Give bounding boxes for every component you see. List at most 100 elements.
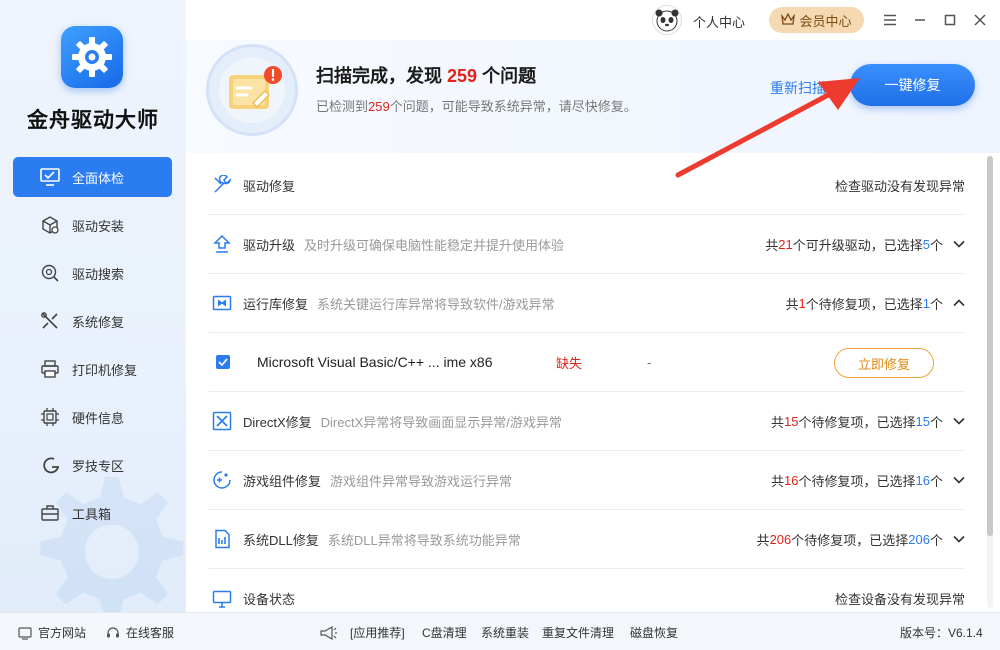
toolbox-icon <box>39 502 61 524</box>
summary-middle: 个可升级驱动，已选择 <box>792 237 923 253</box>
row-description: 游戏组件异常导致游戏运行异常 <box>330 473 513 489</box>
warning-document-icon <box>229 66 282 109</box>
row-title: 运行库修复 <box>243 296 309 312</box>
summary-suffix: 个 <box>929 532 943 548</box>
row-title: 系统DLL修复 <box>243 532 319 548</box>
sidebar-item-logitech[interactable]: 罗技专区 <box>13 445 172 485</box>
runtime-item-detail: - <box>647 354 652 370</box>
megaphone-icon <box>320 625 338 640</box>
chevron-down-icon[interactable] <box>953 240 965 248</box>
item-checkbox[interactable] <box>216 355 230 369</box>
summary-suffix: 个 <box>929 296 943 312</box>
row-summary: 共 21 个可升级驱动，已选择 5 个 <box>765 235 965 254</box>
sidebar: 金舟驱动大师 全面体检 驱动安装 驱动搜索 系统修复 打印机修复 硬件信息 罗技… <box>0 0 186 612</box>
monitor-check-icon <box>39 166 61 188</box>
home-icon <box>18 626 32 640</box>
runtime-item-name: Microsoft Visual Basic/C++ ... ime x86 <box>257 354 493 370</box>
chevron-down-icon[interactable] <box>953 417 965 425</box>
vip-center-button[interactable]: 会员中心 <box>769 7 864 33</box>
repair-list: 驱动修复 检查驱动没有发现异常 驱动升级 及时升级可确保电脑性能稳定并提升使用体… <box>209 156 965 628</box>
official-website-label: 官方网站 <box>38 626 87 640</box>
sidebar-nav: 全面体检 驱动安装 驱动搜索 系统修复 打印机修复 硬件信息 罗技专区 工具箱 <box>13 157 172 541</box>
sidebar-item-label: 打印机修复 <box>72 362 138 378</box>
row-title: DirectX修复 <box>243 414 312 430</box>
summary-prefix: 共 <box>771 473 785 489</box>
menu-icon[interactable] <box>880 10 900 30</box>
summary-middle: 个待修复项，已选择 <box>791 532 909 548</box>
close-icon[interactable] <box>970 10 990 30</box>
official-website-link[interactable]: 官方网站 <box>18 624 86 641</box>
sidebar-item-driver-search[interactable]: 驱动搜索 <box>13 253 172 293</box>
runtime-sub-item: Microsoft Visual Basic/C++ ... ime x86 缺… <box>209 333 965 392</box>
scan-result-subtitle: 已检测到259个问题，可能导致系统异常，请尽快修复。 <box>316 96 637 115</box>
footer-link-system-reinstall[interactable]: 系统重装 <box>481 624 529 641</box>
sidebar-item-hardware-info[interactable]: 硬件信息 <box>13 397 172 437</box>
chevron-down-icon[interactable] <box>953 535 965 543</box>
list-item-driver-repair[interactable]: 驱动修复 检查驱动没有发现异常 <box>209 156 965 215</box>
summary-suffix: 个 <box>929 473 943 489</box>
row-summary: 共 1 个待修复项，已选择 1 个 <box>785 294 965 313</box>
summary-count: 15 <box>784 413 799 429</box>
version-label: 版本号：V6.1.4 <box>900 626 983 640</box>
sidebar-item-label: 驱动搜索 <box>72 266 125 282</box>
minimize-icon[interactable] <box>910 10 930 30</box>
sidebar-item-toolbox[interactable]: 工具箱 <box>13 493 172 533</box>
headset-icon <box>106 626 120 640</box>
app-recommend[interactable]: [应用推荐] <box>320 624 405 641</box>
sidebar-item-printer-repair[interactable]: 打印机修复 <box>13 349 172 389</box>
row-description: 系统DLL异常将导致系统功能异常 <box>327 532 521 548</box>
summary-selected: 5 <box>922 236 930 252</box>
row-description: DirectX异常将导致画面显示异常/游戏异常 <box>320 414 562 430</box>
row-title: 设备状态 <box>243 592 296 607</box>
wrench-screwdriver-icon <box>211 174 233 196</box>
logitech-icon <box>39 454 61 476</box>
maximize-icon[interactable] <box>940 10 960 30</box>
row-description: 系统关键运行库异常将导致软件/游戏异常 <box>317 296 555 312</box>
window-titlebar: 个人中心 会员中心 <box>186 0 1000 40</box>
list-item-runtime-repair[interactable]: 运行库修复 系统关键运行库异常将导致软件/游戏异常 共 1 个待修复项，已选择 1 个 <box>209 274 965 333</box>
list-item-directx-repair[interactable]: DirectX修复 DirectX异常将导致画面显示异常/游戏异常 共 15 个待修… <box>209 392 965 451</box>
list-scrollbar[interactable] <box>987 156 993 608</box>
scan-sub-count: 259 <box>368 99 390 114</box>
dll-icon <box>211 528 233 550</box>
list-item-driver-upgrade[interactable]: 驱动升级 及时升级可确保电脑性能稳定并提升使用体验 共 21 个可升级驱动，已选择 5… <box>209 215 965 274</box>
footer-link-disk-recovery[interactable]: 磁盘恢复 <box>630 624 678 641</box>
monitor-icon <box>211 588 233 610</box>
summary-selected: 206 <box>908 531 930 547</box>
summary-selected: 16 <box>915 472 930 488</box>
list-item-dll-repair[interactable]: 系统DLL修复 系统DLL异常将导致系统功能异常 共 206 个待修复项，已选择 20… <box>209 510 965 569</box>
search-gear-icon <box>39 262 61 284</box>
chip-icon <box>39 406 61 428</box>
sidebar-item-system-repair[interactable]: 系统修复 <box>13 301 172 341</box>
row-status: 检查驱动没有发现异常 <box>834 178 965 194</box>
scan-sub-prefix: 已检测到 <box>316 99 369 114</box>
summary-prefix: 共 <box>785 296 799 312</box>
scan-title-suffix: 个问题 <box>482 66 537 86</box>
fix-now-button[interactable]: 立即修复 <box>834 348 934 378</box>
list-item-game-components[interactable]: 游戏组件修复 游戏组件异常导致游戏运行异常 共 16 个待修复项，已选择 16 个 <box>209 451 965 510</box>
online-support-link[interactable]: 在线客服 <box>106 624 174 641</box>
sidebar-item-label: 工具箱 <box>72 506 112 522</box>
chevron-up-icon[interactable] <box>953 299 965 307</box>
row-title: 驱动修复 <box>243 178 296 194</box>
summary-count: 16 <box>784 472 799 488</box>
scan-title-prefix: 扫描完成，发现 <box>316 66 442 86</box>
summary-selected: 15 <box>915 413 930 429</box>
panda-avatar-icon <box>655 9 679 32</box>
summary-suffix: 个 <box>929 237 943 253</box>
box-gear-icon <box>39 214 61 236</box>
summary-count: 1 <box>798 295 806 311</box>
tools-icon <box>39 310 61 332</box>
sidebar-item-full-check[interactable]: 全面体检 <box>13 157 172 197</box>
avatar[interactable] <box>652 5 682 35</box>
footer-link-duplicate-file-clean[interactable]: 重复文件清理 <box>542 624 614 641</box>
crown-icon <box>781 12 796 28</box>
scan-result-badge <box>206 44 298 136</box>
summary-prefix: 共 <box>765 237 779 253</box>
scrollbar-thumb[interactable] <box>987 156 993 536</box>
sidebar-item-label: 驱动安装 <box>72 218 125 234</box>
footer-link-c-drive-clean[interactable]: C盘清理 <box>422 624 467 641</box>
chevron-down-icon[interactable] <box>953 476 965 484</box>
personal-center-link[interactable]: 个人中心 <box>693 12 745 31</box>
sidebar-item-driver-install[interactable]: 驱动安装 <box>13 205 172 245</box>
